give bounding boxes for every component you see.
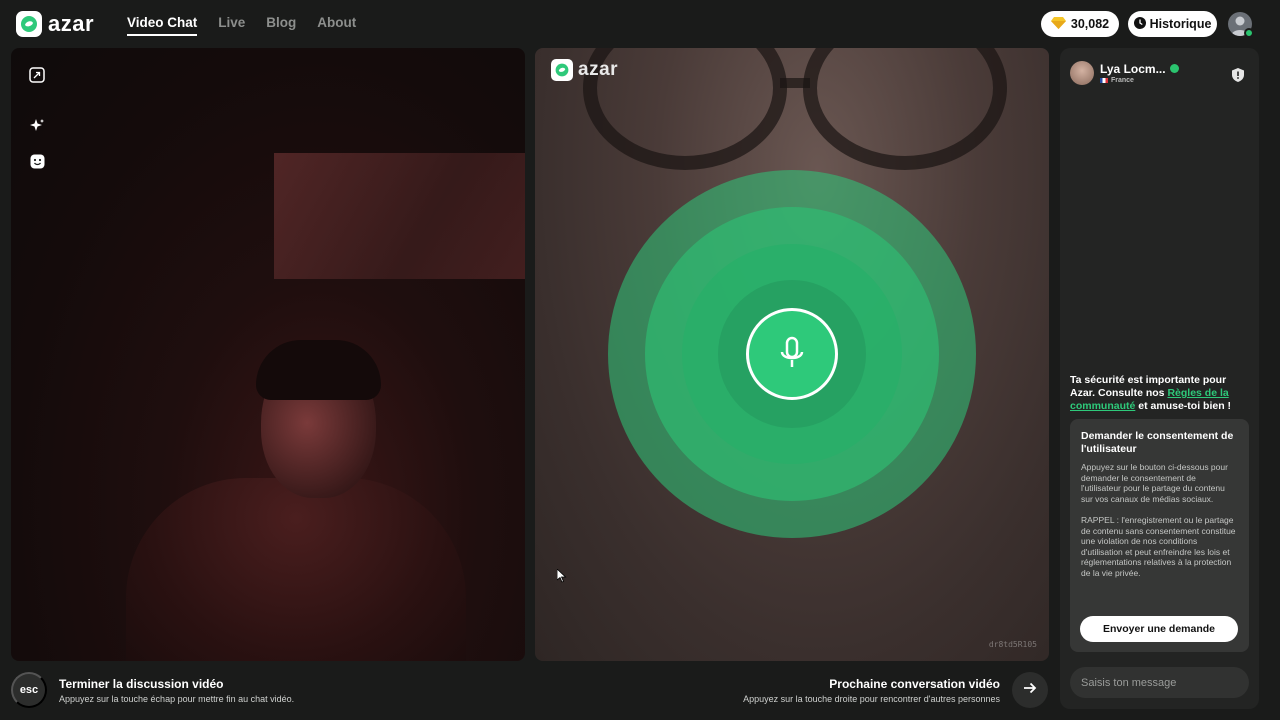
partner-azar-logo: azar [551, 59, 618, 81]
end-chat-hint: Appuyez sur la touche échap pour mettre … [59, 694, 295, 704]
report-shield-icon[interactable] [1232, 68, 1244, 87]
logo-text: azar [48, 11, 95, 36]
clock-icon [1133, 16, 1146, 32]
partner-country: France [1111, 77, 1134, 84]
arrow-right-icon [1023, 681, 1037, 699]
consent-title: Demander le consentement de l'utilisateu… [1081, 430, 1234, 455]
chat-partner-header[interactable]: Lya Locm... France [1070, 61, 1179, 85]
azar-logo[interactable]: azar [16, 11, 94, 37]
microphone-icon[interactable] [746, 308, 838, 400]
consent-request-card: Demander le consentement de l'utilisateu… [1070, 419, 1249, 652]
azar-logo-icon [551, 59, 573, 81]
session-watermark: dr8td5R105 [988, 640, 1037, 649]
partner-logo-text: azar [578, 59, 619, 80]
history-label: Historique [1149, 17, 1212, 31]
background-poster [274, 153, 525, 279]
safety-notice: Ta sécurité est importante pour Azar. Co… [1070, 374, 1232, 412]
diamond-icon [1050, 16, 1066, 32]
azar-logo-icon [16, 11, 42, 37]
partner-avatar[interactable] [1070, 61, 1094, 85]
gems-count: 30,082 [1070, 17, 1110, 31]
consent-reminder: RAPPEL : l'enregistrement ou le partage … [1081, 515, 1236, 578]
consent-description: Appuyez sur le bouton ci-dessous pour de… [1081, 462, 1228, 504]
end-chat-title: Terminer la discussion vidéo [59, 677, 224, 691]
sparkle-icon[interactable] [27, 116, 47, 136]
send-request-button[interactable]: Envoyer une demande [1080, 616, 1238, 642]
nav-blog[interactable]: Blog [266, 15, 296, 36]
nav-about[interactable]: About [317, 15, 356, 36]
next-chat-hint: Appuyez sur la touche droite pour rencon… [743, 694, 1000, 704]
nav-live[interactable]: Live [218, 15, 245, 36]
history-button[interactable]: Historique [1128, 11, 1217, 37]
self-person-silhouette [106, 340, 486, 661]
blurred-glasses [583, 48, 1007, 170]
next-chat-title: Prochaine conversation vidéo [829, 677, 1000, 691]
mouse-cursor-icon [556, 568, 567, 588]
voice-activity-rings [608, 170, 976, 538]
main-nav: Video Chat Live Blog About [127, 15, 356, 36]
next-chat-button[interactable] [1012, 672, 1048, 708]
partner-video-panel: azar dr8td5R105 [535, 48, 1049, 661]
partner-name: Lya Locm... [1100, 62, 1166, 76]
chat-message-input[interactable] [1070, 667, 1249, 698]
smile-icon[interactable] [27, 151, 47, 171]
online-status-dot [1244, 28, 1254, 38]
chat-panel: Lya Locm... France Ta sécurité est impor… [1060, 48, 1259, 709]
verified-badge-icon [1169, 64, 1179, 73]
france-flag-icon [1100, 78, 1108, 83]
top-navigation-bar: azar Video Chat Live Blog About 30,082 H… [0, 0, 1280, 48]
gems-balance-button[interactable]: 30,082 [1041, 11, 1119, 37]
nav-video-chat[interactable]: Video Chat [127, 15, 198, 36]
collapse-icon[interactable] [27, 65, 47, 85]
self-video-panel [11, 48, 525, 661]
end-chat-button[interactable]: esc [11, 672, 47, 708]
